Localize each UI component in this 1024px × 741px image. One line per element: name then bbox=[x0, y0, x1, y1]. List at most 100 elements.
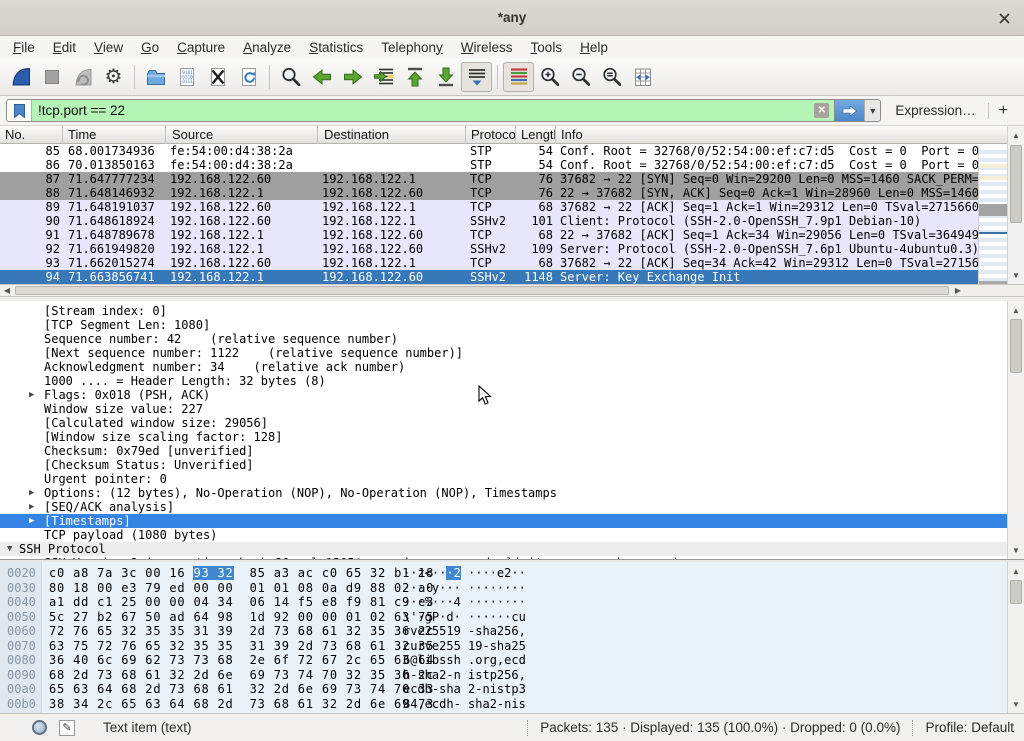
scroll-left-icon[interactable]: ◀ bbox=[0, 285, 14, 296]
resize-columns-button[interactable] bbox=[627, 62, 658, 92]
reload-file-button[interactable] bbox=[233, 62, 264, 92]
packet-list-hscrollbar[interactable]: ◀ ▶ bbox=[0, 284, 1024, 296]
zoom-out-button[interactable] bbox=[565, 62, 596, 92]
packet-row[interactable]: 9071.648618924192.168.122.60192.168.122.… bbox=[0, 214, 978, 228]
filter-history-dropdown[interactable]: ▼ bbox=[864, 100, 880, 121]
capture-options-button[interactable]: ⚙ bbox=[98, 62, 129, 92]
expand-icon[interactable]: ▶ bbox=[29, 388, 34, 402]
scroll-down-icon[interactable]: ▼ bbox=[1008, 542, 1024, 558]
hex-row[interactable]: 009068 2d 73 68 61 32 2d 6e 69 73 74 70 … bbox=[0, 668, 1007, 683]
expand-icon[interactable]: ▶ bbox=[29, 486, 34, 500]
menu-item-statistics[interactable]: Statistics bbox=[300, 38, 372, 57]
expand-icon[interactable]: ▶ bbox=[29, 556, 34, 559]
details-scrollbar[interactable]: ▲ ▼ bbox=[1007, 301, 1024, 559]
scrollbar-thumb[interactable] bbox=[1010, 145, 1022, 223]
detail-line[interactable]: Sequence number: 42 (relative sequence n… bbox=[0, 332, 1007, 346]
hex-row[interactable]: 006072 76 65 32 35 35 31 39 2d 73 68 61 … bbox=[0, 624, 1007, 639]
close-file-button[interactable] bbox=[202, 62, 233, 92]
expand-icon[interactable]: ▶ bbox=[29, 500, 34, 514]
detail-line[interactable]: [Window size scaling factor: 128] bbox=[0, 430, 1007, 444]
detail-line[interactable]: Checksum: 0x79ed [unverified] bbox=[0, 444, 1007, 458]
packet-row[interactable]: 9271.661949820192.168.122.1192.168.122.6… bbox=[0, 242, 978, 256]
detail-line[interactable]: [Stream index: 0] bbox=[0, 304, 1007, 318]
hscrollbar-thumb[interactable] bbox=[15, 286, 949, 295]
detail-line[interactable]: ▶[SEQ/ACK analysis] bbox=[0, 500, 1007, 514]
menu-item-view[interactable]: View bbox=[85, 38, 132, 57]
expert-info-icon[interactable] bbox=[32, 720, 47, 735]
detail-line[interactable]: [TCP Segment Len: 1080] bbox=[0, 318, 1007, 332]
stop-capture-button[interactable] bbox=[36, 62, 67, 92]
go-last-packet-button[interactable] bbox=[430, 62, 461, 92]
detail-line[interactable]: Window size value: 227 bbox=[0, 402, 1007, 416]
column-header-no[interactable]: No. bbox=[0, 126, 63, 144]
hex-row[interactable]: 00b038 34 2c 65 63 64 68 2d 73 68 61 32 … bbox=[0, 697, 1007, 712]
column-header-length[interactable]: Length bbox=[516, 126, 556, 144]
detail-line[interactable]: [Next sequence number: 1122 (relative se… bbox=[0, 346, 1007, 360]
add-filter-button[interactable]: + bbox=[989, 102, 1018, 120]
scroll-up-icon[interactable]: ▲ bbox=[1008, 302, 1024, 318]
detail-line[interactable]: ▶[Timestamps] bbox=[0, 514, 1007, 528]
detail-line[interactable]: 1000 .... = Header Length: 32 bytes (8) bbox=[0, 374, 1007, 388]
packet-row[interactable]: 9171.648789678192.168.122.1192.168.122.6… bbox=[0, 228, 978, 242]
scrollbar-thumb[interactable] bbox=[1010, 580, 1022, 604]
apply-filter-button[interactable] bbox=[834, 100, 864, 121]
packet-row[interactable]: 8871.648146932192.168.122.1192.168.122.6… bbox=[0, 186, 978, 200]
hex-row[interactable]: 007063 75 72 76 65 32 35 35 31 39 2d 73 … bbox=[0, 639, 1007, 654]
detail-line[interactable]: ▶Options: (12 bytes), No-Operation (NOP)… bbox=[0, 486, 1007, 500]
save-file-button[interactable]: 010101100111 bbox=[171, 62, 202, 92]
colorize-toggle-button[interactable] bbox=[503, 62, 534, 92]
detail-line[interactable]: [Calculated window size: 29056] bbox=[0, 416, 1007, 430]
detail-line[interactable]: Urgent pointer: 0 bbox=[0, 472, 1007, 486]
restart-capture-button[interactable] bbox=[67, 62, 98, 92]
column-header-source[interactable]: Source bbox=[166, 126, 318, 144]
scrollbar-thumb[interactable] bbox=[1010, 319, 1022, 373]
packet-row[interactable]: 8670.013850163fe:54:00:d4:38:2aSTP54Conf… bbox=[0, 158, 978, 172]
menu-item-wireless[interactable]: Wireless bbox=[452, 38, 522, 57]
find-packet-button[interactable] bbox=[275, 62, 306, 92]
scroll-down-icon[interactable]: ▼ bbox=[1008, 696, 1024, 712]
menu-item-telephony[interactable]: Telephony bbox=[372, 38, 452, 57]
detail-line[interactable]: ▼SSH Protocol bbox=[0, 542, 1007, 556]
hex-row[interactable]: 00a065 63 64 68 2d 73 68 61 32 2d 6e 69 … bbox=[0, 682, 1007, 697]
capture-comment-icon[interactable]: ✎ bbox=[59, 720, 75, 736]
detail-line[interactable]: ▶Flags: 0x018 (PSH, ACK) bbox=[0, 388, 1007, 402]
detail-line[interactable]: TCP payload (1080 bytes) bbox=[0, 528, 1007, 542]
hex-row[interactable]: 008036 40 6c 69 62 73 73 68 2e 6f 72 67 … bbox=[0, 653, 1007, 668]
scroll-down-icon[interactable]: ▼ bbox=[1008, 267, 1024, 283]
packet-row[interactable]: 9371.662015274192.168.122.60192.168.122.… bbox=[0, 256, 978, 270]
detail-line[interactable]: [Checksum Status: Unverified] bbox=[0, 458, 1007, 472]
go-first-packet-button[interactable] bbox=[399, 62, 430, 92]
filter-value[interactable]: !tcp.port == 22 bbox=[32, 100, 814, 121]
column-header-protocol[interactable]: Protocol bbox=[466, 126, 516, 144]
menu-item-capture[interactable]: Capture bbox=[168, 38, 234, 57]
close-window-button[interactable] bbox=[994, 8, 1014, 28]
column-header-destination[interactable]: Destination bbox=[318, 126, 466, 144]
go-forward-button[interactable] bbox=[337, 62, 368, 92]
scroll-up-icon[interactable]: ▲ bbox=[1008, 127, 1024, 143]
packet-row[interactable]: 8568.001734936fe:54:00:d4:38:2aSTP54Conf… bbox=[0, 144, 978, 158]
hex-row[interactable]: 0020c0 a8 7a 3c 00 16 93 32 85 a3 ac c0 … bbox=[0, 566, 1007, 581]
menu-item-help[interactable]: Help bbox=[571, 38, 617, 57]
display-filter-input[interactable]: !tcp.port == 22 ✕ ▼ bbox=[6, 99, 881, 122]
hex-row[interactable]: 003080 18 00 e3 79 ed 00 00 01 01 08 0a … bbox=[0, 581, 1007, 596]
intelligent-scrollbar-minimap[interactable] bbox=[978, 146, 1007, 284]
scroll-right-icon[interactable]: ▶ bbox=[951, 285, 965, 296]
packet-list-scrollbar[interactable]: ▲ ▼ bbox=[1007, 126, 1024, 284]
menu-item-file[interactable]: File bbox=[4, 38, 44, 57]
start-capture-button[interactable] bbox=[5, 62, 36, 92]
auto-scroll-toggle-button[interactable] bbox=[461, 62, 492, 92]
zoom-in-button[interactable] bbox=[534, 62, 565, 92]
packet-row[interactable]: 8771.647777234192.168.122.60192.168.122.… bbox=[0, 172, 978, 186]
profile-text[interactable]: Profile: Default bbox=[925, 720, 1024, 735]
menu-item-tools[interactable]: Tools bbox=[522, 38, 572, 57]
column-header-time[interactable]: Time bbox=[63, 126, 166, 144]
hex-scrollbar[interactable]: ▲ ▼ bbox=[1007, 562, 1024, 713]
column-header-info[interactable]: Info bbox=[556, 126, 1024, 144]
zoom-reset-button[interactable] bbox=[596, 62, 627, 92]
detail-line[interactable]: ▶SSH Version 2 (encryption:chacha20-poly… bbox=[0, 556, 1007, 559]
expression-button[interactable]: Expression… bbox=[881, 103, 987, 118]
expand-icon[interactable]: ▶ bbox=[29, 514, 34, 528]
detail-line[interactable]: Acknowledgment number: 34 (relative ack … bbox=[0, 360, 1007, 374]
go-back-button[interactable] bbox=[306, 62, 337, 92]
hex-row[interactable]: 00505c 27 b2 67 50 ad 64 98 1d 92 00 00 … bbox=[0, 610, 1007, 625]
